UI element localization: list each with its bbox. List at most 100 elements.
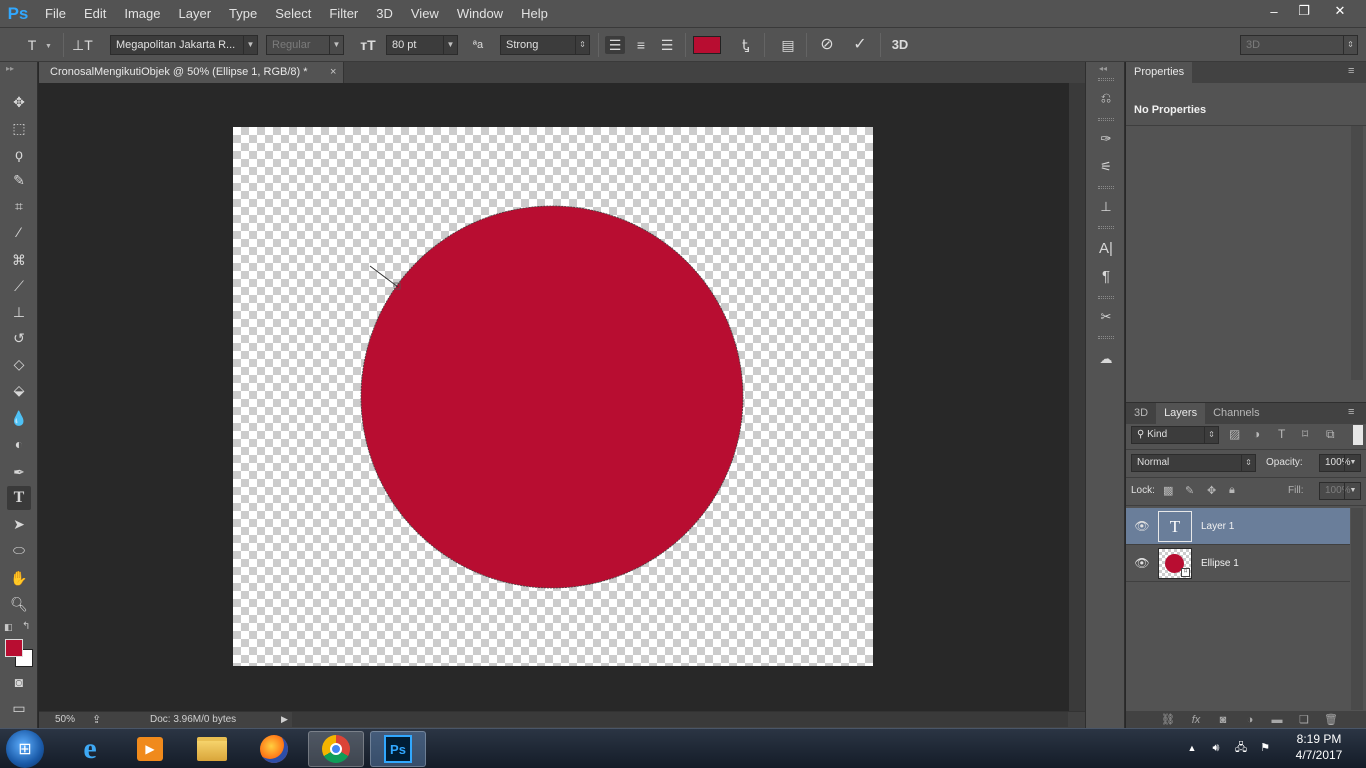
close-document-icon[interactable]: × (330, 62, 342, 83)
visibility-eye-icon[interactable]: 👁︎ (1134, 555, 1150, 571)
paint-bucket-tool-icon[interactable]: ⬙ (7, 378, 31, 402)
firefox-taskbar-icon[interactable] (246, 731, 302, 767)
new-adjustment-layer-icon[interactable]: ◑ (1242, 712, 1258, 728)
menu-type[interactable]: Type (220, 0, 266, 28)
menu-view[interactable]: View (402, 0, 448, 28)
tab-channels[interactable]: Channels (1205, 403, 1267, 424)
opacity-chevron-icon[interactable]: ▼ (1344, 454, 1361, 472)
filter-adjustment-icon[interactable]: ◑ (1253, 427, 1260, 441)
menu-image[interactable]: Image (115, 0, 169, 28)
menu-3d[interactable]: 3D (367, 0, 402, 28)
restore-button[interactable]: ❐ (1286, 0, 1322, 22)
layer-row-layer-1[interactable]: 👁︎ T Layer 1 (1126, 508, 1350, 545)
warp-text-icon[interactable]: Ꮏ (736, 36, 756, 54)
blend-mode-select[interactable]: Normal ⇕ (1131, 454, 1256, 472)
document-tab[interactable]: CronosalMengikutiObjek @ 50% (Ellipse 1,… (39, 62, 344, 83)
foreground-color-swatch[interactable] (5, 639, 23, 657)
link-layers-icon[interactable]: ⛓ (1160, 712, 1176, 728)
align-right-icon[interactable]: ☰ (657, 36, 677, 54)
add-mask-icon[interactable]: ◙ (1215, 712, 1231, 728)
dock-grip[interactable] (1098, 118, 1114, 121)
layer-row-ellipse-1[interactable]: 👁︎ ⌑ Ellipse 1 (1126, 545, 1350, 582)
panel-menu-icon[interactable]: ≡ (1348, 65, 1354, 77)
layers-scrollbar[interactable] (1351, 508, 1363, 710)
swap-colors-icon[interactable]: ↰ (22, 621, 30, 632)
menu-edit[interactable]: Edit (75, 0, 115, 28)
3d-extrusion-icon[interactable]: 3D (890, 36, 910, 54)
filter-pixel-icon[interactable]: ▨ (1229, 427, 1240, 441)
healing-brush-tool-icon[interactable]: ⌘ (7, 248, 31, 272)
type-tool-icon[interactable]: T (7, 486, 31, 510)
font-style-select[interactable]: Regular ▼ (266, 35, 344, 55)
creative-cloud-icon[interactable]: ☁ (1095, 348, 1117, 370)
pen-tool-icon[interactable]: ✒ (7, 460, 31, 484)
lock-all-icon[interactable]: 🔒︎ (1229, 484, 1235, 497)
hand-tool-icon[interactable]: ✋ (7, 566, 31, 590)
close-window-button[interactable]: ✕ (1320, 0, 1360, 22)
internet-explorer-taskbar-icon[interactable]: e (62, 731, 118, 767)
volume-icon[interactable]: 🔊︎ (1208, 740, 1224, 756)
quick-mask-icon[interactable]: ◙ (7, 670, 31, 694)
font-family-select[interactable]: Megapolitan Jakarta R... ▼ (110, 35, 258, 55)
workspace-select[interactable]: 3D ⇕ (1240, 35, 1358, 55)
character-panel-icon[interactable]: ▤ (778, 36, 798, 54)
tab-properties[interactable]: Properties (1126, 62, 1193, 83)
brush-tool-icon[interactable]: ⟋ (7, 274, 31, 298)
system-clock[interactable]: 8:19 PM 4/7/2017 (1282, 731, 1356, 763)
preset-chevron-icon[interactable]: ▼ (45, 43, 52, 50)
eraser-tool-icon[interactable]: ◇ (7, 352, 31, 376)
media-player-taskbar-icon[interactable]: ▶ (122, 731, 178, 767)
zoom-tool-icon[interactable]: 🔍︎ (7, 592, 31, 616)
visibility-eye-icon[interactable]: 👁︎ (1134, 518, 1150, 534)
dock-grip[interactable] (1098, 336, 1114, 339)
cancel-edits-icon[interactable]: ⊘ (817, 36, 837, 54)
document-canvas[interactable] (233, 127, 873, 666)
filter-type-icon[interactable]: T (1278, 427, 1285, 441)
horizontal-scrollbar[interactable] (292, 712, 1068, 727)
share-icon[interactable]: ⇪ (92, 713, 101, 726)
toggle-orientation-icon[interactable]: ⊥T (72, 36, 93, 54)
action-center-icon[interactable]: ⚑ (1257, 740, 1273, 756)
ellipse-shape[interactable] (360, 205, 744, 589)
properties-scrollbar[interactable] (1351, 126, 1363, 380)
screen-mode-icon[interactable]: ▭ (7, 696, 31, 720)
delete-layer-icon[interactable]: 🗑︎ (1323, 712, 1339, 728)
history-panel-icon[interactable]: ⎌ (1095, 87, 1117, 109)
status-menu-arrow-icon[interactable]: ▶ (281, 714, 288, 725)
file-explorer-taskbar-icon[interactable] (184, 731, 240, 767)
ellipse-tool-icon[interactable]: ⬭ (7, 538, 31, 562)
new-group-icon[interactable]: ▬ (1269, 712, 1285, 728)
menu-select[interactable]: Select (266, 0, 320, 28)
lock-transparent-icon[interactable]: ▩ (1163, 484, 1173, 497)
collapse-dock-icon[interactable]: ◂◂ (1099, 64, 1107, 73)
text-color-swatch[interactable] (693, 36, 721, 54)
menu-layer[interactable]: Layer (170, 0, 221, 28)
dodge-tool-icon[interactable]: ◐ (7, 432, 31, 456)
brush-presets-icon[interactable]: ✑ (1095, 128, 1117, 150)
lock-image-icon[interactable]: ✎ (1185, 484, 1194, 497)
marquee-tool-icon[interactable]: ⬚ (7, 116, 31, 140)
dock-grip[interactable] (1098, 296, 1114, 299)
dock-grip[interactable] (1098, 186, 1114, 189)
quick-selection-tool-icon[interactable]: ✎ (7, 168, 31, 192)
align-center-icon[interactable]: ≡ (631, 36, 651, 54)
menu-help[interactable]: Help (512, 0, 557, 28)
filter-shape-icon[interactable]: ⌑ (1302, 427, 1308, 441)
show-hidden-icons-icon[interactable]: ▲ (1184, 740, 1200, 756)
vertical-scrollbar[interactable] (1069, 83, 1085, 711)
zoom-level[interactable]: 50% (55, 714, 75, 725)
photoshop-taskbar-icon[interactable]: Ps (370, 731, 426, 767)
move-tool-icon[interactable]: ✥ (7, 90, 31, 114)
adjustments-icon[interactable]: ⚟ (1095, 156, 1117, 178)
dock-grip[interactable] (1098, 78, 1114, 81)
dock-grip[interactable] (1098, 226, 1114, 229)
character-panel-icon[interactable]: A| (1095, 238, 1117, 260)
commit-edits-icon[interactable]: ✓ (850, 36, 870, 54)
filter-toggle[interactable] (1353, 425, 1363, 445)
anti-alias-select[interactable]: Strong ⇕ (500, 35, 590, 55)
panel-menu-icon[interactable]: ≡ (1348, 406, 1354, 418)
align-left-icon[interactable]: ☰ (605, 36, 625, 54)
font-size-field[interactable]: 80 pt ▼ (386, 35, 458, 55)
tool-presets-icon[interactable]: ✂ (1095, 306, 1117, 328)
lock-position-icon[interactable]: ✥ (1207, 484, 1216, 497)
